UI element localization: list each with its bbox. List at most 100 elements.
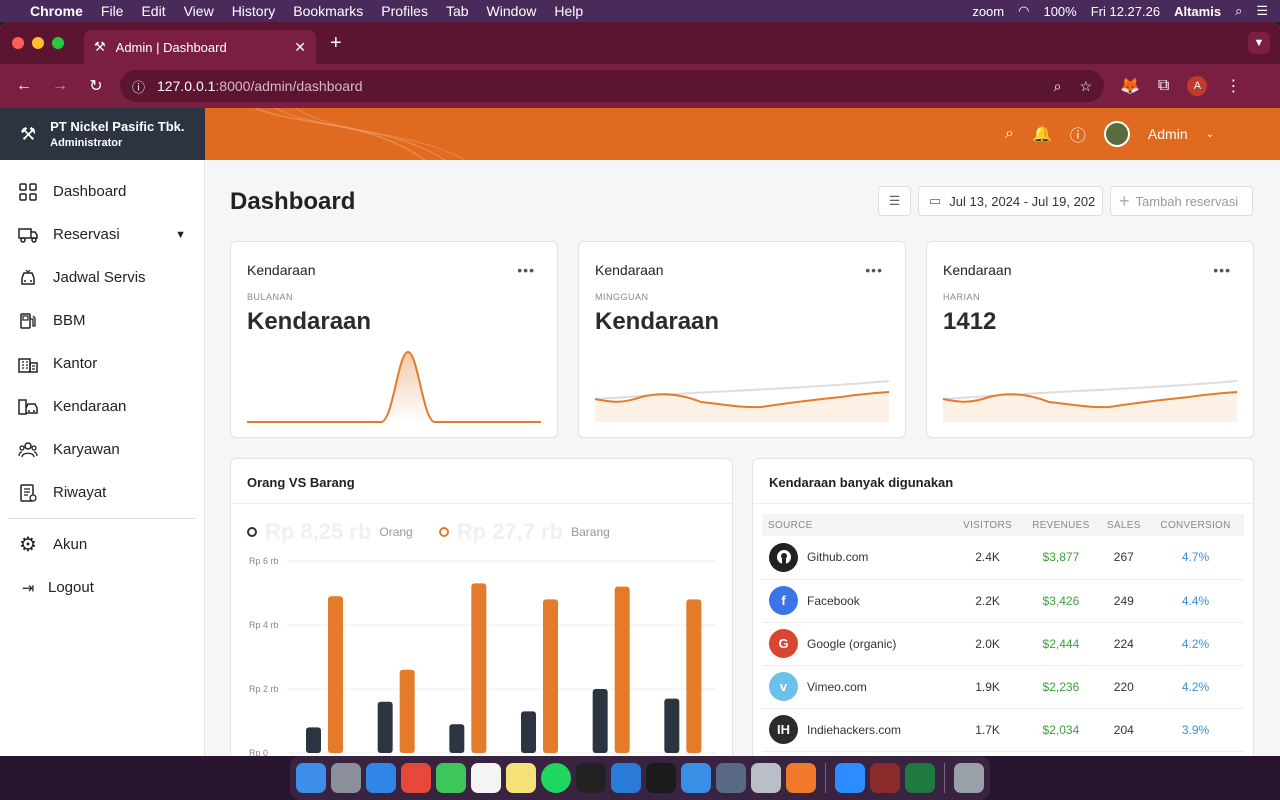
bar-orang[interactable] [377,701,393,753]
bar-barang[interactable] [399,669,415,753]
system-preferences-icon[interactable] [751,763,781,793]
profile-avatar[interactable]: A [1187,76,1208,96]
zoom-app-icon[interactable] [835,763,865,793]
legend-label-orang[interactable]: Orang [379,525,412,539]
search-icon[interactable]: ⌕ [1005,125,1014,143]
notification-icon[interactable]: 🔔 [1032,124,1052,144]
vscode-icon[interactable] [611,763,641,793]
metamask-extension-icon[interactable]: 🦊 [1120,76,1140,96]
back-arrow-icon[interactable]: ← [12,77,36,95]
date-range-picker[interactable]: ▭ Jul 13, 2024 - Jul 19, 202 [918,186,1103,216]
tab-close-icon[interactable]: ✕ [294,39,306,56]
table-row[interactable]: G Google (organic) 2.0K $2,444 224 4.2% [762,622,1244,666]
bar-barang[interactable] [614,586,630,753]
postman-icon[interactable] [786,763,816,793]
activity-monitor-icon[interactable] [576,763,606,793]
chrome-icon[interactable] [401,763,431,793]
menu-profiles[interactable]: Profiles [381,3,428,19]
new-tab-button[interactable]: + [330,32,342,55]
browser-menu-icon[interactable]: ⋮ [1225,76,1241,96]
reload-icon[interactable]: ↻ [84,76,108,96]
sidebar-item-bbm[interactable]: BBM [0,299,204,342]
close-window-button[interactable] [12,37,24,49]
maximize-window-button[interactable] [52,37,64,49]
zoom-magnifier-icon[interactable]: ⌕ [1054,78,1062,95]
finder-icon[interactable] [296,763,326,793]
bar-barang[interactable] [471,583,487,753]
site-info-icon[interactable]: ⓘ [132,77,145,96]
bar-barang[interactable] [543,599,558,753]
safari-icon[interactable] [366,763,396,793]
more-options-icon[interactable]: ••• [865,262,883,278]
sidebar-item-kantor[interactable]: Kantor [0,342,204,385]
bar-barang[interactable] [686,599,702,753]
legend-label-barang[interactable]: Barang [571,525,610,539]
indiehackers-icon: IH [769,715,798,744]
sidebar-item-reservasi[interactable]: Reservasi ▼ [0,213,204,256]
bar-barang[interactable] [328,596,343,753]
table-row[interactable]: f Facebook 2.2K $3,426 249 4.4% [762,579,1244,623]
info-icon[interactable]: ⓘ [1070,122,1086,146]
notes-icon[interactable] [506,763,536,793]
tab-search-chevron-icon[interactable]: ▼ [1248,32,1270,54]
dictionary-icon[interactable] [870,763,900,793]
calendar-icon[interactable] [471,763,501,793]
excel-icon[interactable] [905,763,935,793]
web-page: ⚒ PT Nickel Pasific Tbk. Administrator ⌕… [0,108,1280,756]
filter-button[interactable]: ☰ [878,186,911,216]
xcode-icon[interactable] [681,763,711,793]
terminal-icon[interactable] [646,763,676,793]
menu-file[interactable]: File [101,3,124,19]
bar-orang[interactable] [592,689,608,753]
wifi-icon[interactable]: ◠ [1018,3,1029,19]
table-row[interactable]: v Vimeo.com 1.9K $2,236 220 4.2% [762,665,1244,709]
launchpad-icon[interactable] [331,763,361,793]
spotify-icon[interactable] [541,763,571,793]
menu-tab[interactable]: Tab [446,3,469,19]
sidebar-item-riwayat[interactable]: Riwayat [0,471,204,514]
chevron-down-icon[interactable]: ▼ [175,229,186,241]
menu-bookmarks[interactable]: Bookmarks [293,3,363,19]
menu-window[interactable]: Window [487,3,537,19]
menu-help[interactable]: Help [554,3,583,19]
clock[interactable]: Fri 12.27.26 [1091,4,1160,19]
control-center-icon[interactable]: ☰ [1256,3,1268,19]
sidebar-item-logout[interactable]: ⇥ Logout [0,566,204,609]
sidebar-item-dashboard[interactable]: Dashboard [0,170,204,213]
table-row[interactable]: IH Indiehackers.com 1.7K $2,034 204 3.9% [762,708,1244,752]
forward-arrow-icon[interactable]: → [48,77,72,95]
bookmark-star-icon[interactable]: ☆ [1079,78,1092,95]
sidebar-item-jadwal-servis[interactable]: Jadwal Servis [0,256,204,299]
user-menu[interactable]: Altamis [1174,4,1221,19]
table-row[interactable]: Github.com 2.4K $3,877 267 4.7% [762,536,1244,580]
bar-orang[interactable] [664,698,680,753]
add-reservation-button[interactable]: + Tambah reservasi [1110,186,1253,216]
bar-orang[interactable] [521,711,536,753]
menu-app-name[interactable]: Chrome [30,3,83,19]
chevron-down-icon[interactable]: ⌄ [1206,129,1214,140]
facetime-icon[interactable] [436,763,466,793]
menu-edit[interactable]: Edit [141,3,165,19]
address-bar[interactable]: ⓘ 127.0.0.1 :8000/admin/dashboard ⌕ ☆ [120,70,1104,102]
browser-tab-active[interactable]: ⚒ Admin | Dashboard ✕ [84,30,316,64]
battery-percent[interactable]: 100% [1043,4,1076,19]
brand-header[interactable]: ⚒ PT Nickel Pasific Tbk. Administrator [0,108,205,160]
minimize-window-button[interactable] [32,37,44,49]
admin-username[interactable]: Admin [1148,126,1188,142]
table-title: Kendaraan banyak digunakan [769,475,954,490]
menu-history[interactable]: History [232,3,276,19]
sidebar-item-karyawan[interactable]: Karyawan [0,428,204,471]
bar-orang[interactable] [306,727,321,753]
avatar[interactable] [1103,121,1130,147]
bar-orang[interactable] [449,724,465,753]
zoom-status-icon[interactable]: zoom [972,4,1004,19]
more-options-icon[interactable]: ••• [517,262,535,278]
spotlight-search-icon[interactable]: ⌕ [1235,3,1242,19]
trash-icon[interactable] [954,763,984,793]
app-icon[interactable] [716,763,746,793]
sidebar-item-akun[interactable]: ⚙ Akun [0,523,204,566]
menu-view[interactable]: View [184,3,214,19]
more-options-icon[interactable]: ••• [1213,262,1231,278]
sidebar-item-kendaraan[interactable]: Kendaraan [0,385,204,428]
extensions-puzzle-icon[interactable]: ⧉ [1158,77,1169,95]
